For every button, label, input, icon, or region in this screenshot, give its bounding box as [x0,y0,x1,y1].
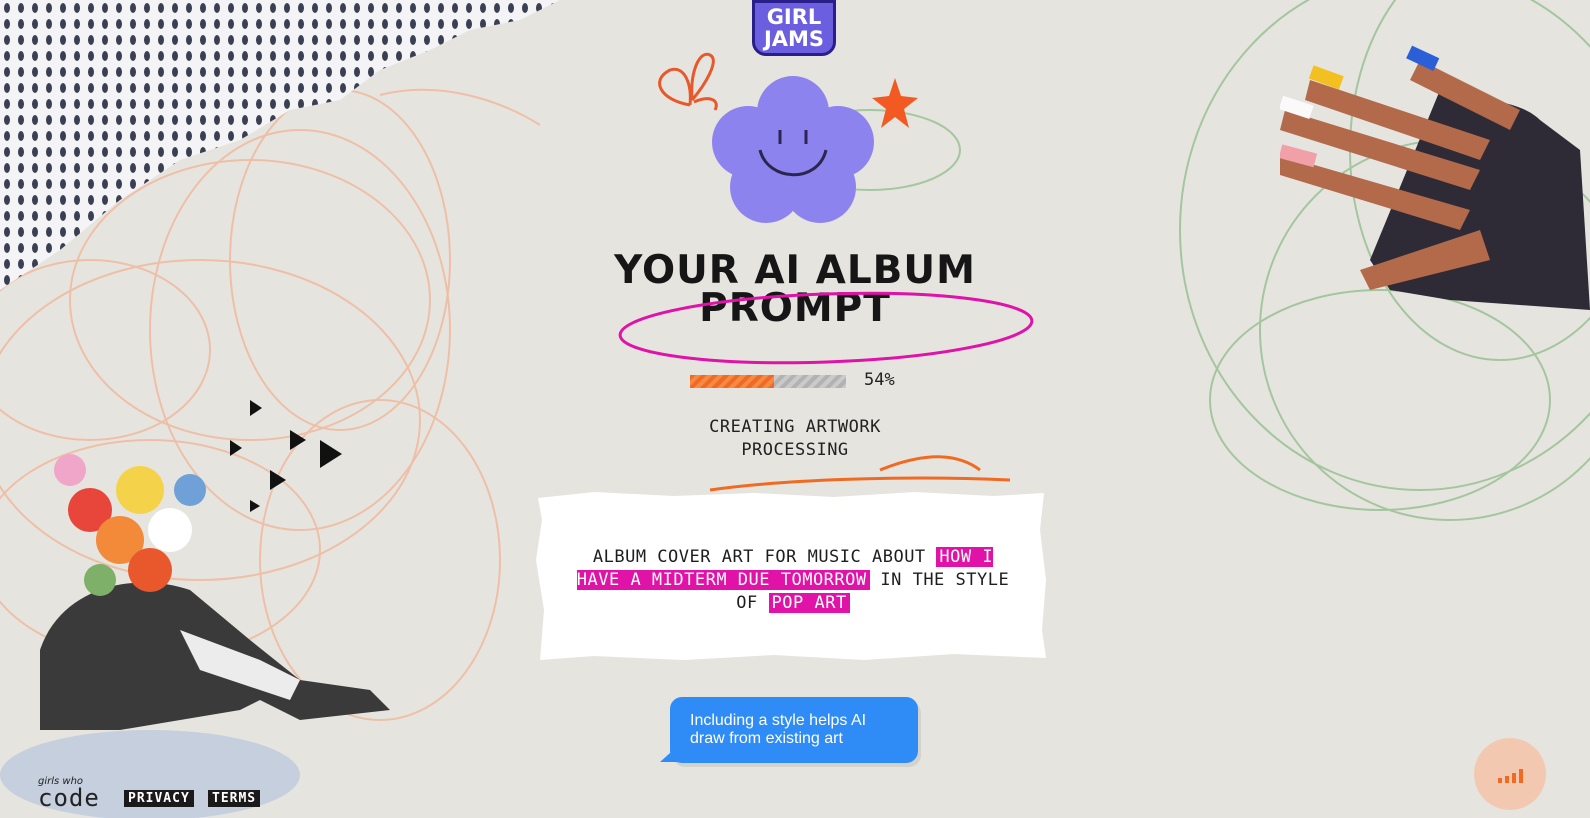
hand-with-nails-illustration [1280,45,1590,310]
gwc-logo-big: code [38,784,100,812]
dotted-paper-decoration [0,0,560,290]
prompt-text: ALBUM COVER ART FOR MUSIC ABOUT HOW I HA… [568,546,1018,615]
girls-who-code-logo[interactable]: girls who code [38,776,114,812]
girl-jams-logo[interactable]: GIRL JAMS [752,0,836,58]
status-text: CREATING ARTWORK PROCESSING [660,416,930,462]
tip-bubble: Including a style helps AI draw from exi… [670,697,918,763]
privacy-link[interactable]: PRIVACY [124,790,194,807]
title-oval-scribble [618,291,1034,365]
logo-line-1: GIRL [766,5,822,29]
progress-bar [690,375,846,388]
prompt-style: POP ART [768,593,850,613]
smiley-flower-icon [712,76,874,223]
sound-toggle-button[interactable] [1474,738,1546,810]
logo-line-2: JAMS [763,27,825,51]
progress-percent: 54% [864,370,895,390]
prompt-prefix: ALBUM COVER ART FOR MUSIC ABOUT [592,547,926,567]
progress-fill [690,375,775,388]
status-line-1: CREATING ARTWORK [709,417,881,437]
terms-link[interactable]: TERMS [208,790,261,807]
sound-bars-icon [1498,769,1523,783]
status-line-2: PROCESSING [741,440,849,460]
girl-with-flowers-illustration [0,400,390,818]
title-line-1: YOUR AI ALBUM [614,248,976,293]
star-icon [872,78,918,128]
